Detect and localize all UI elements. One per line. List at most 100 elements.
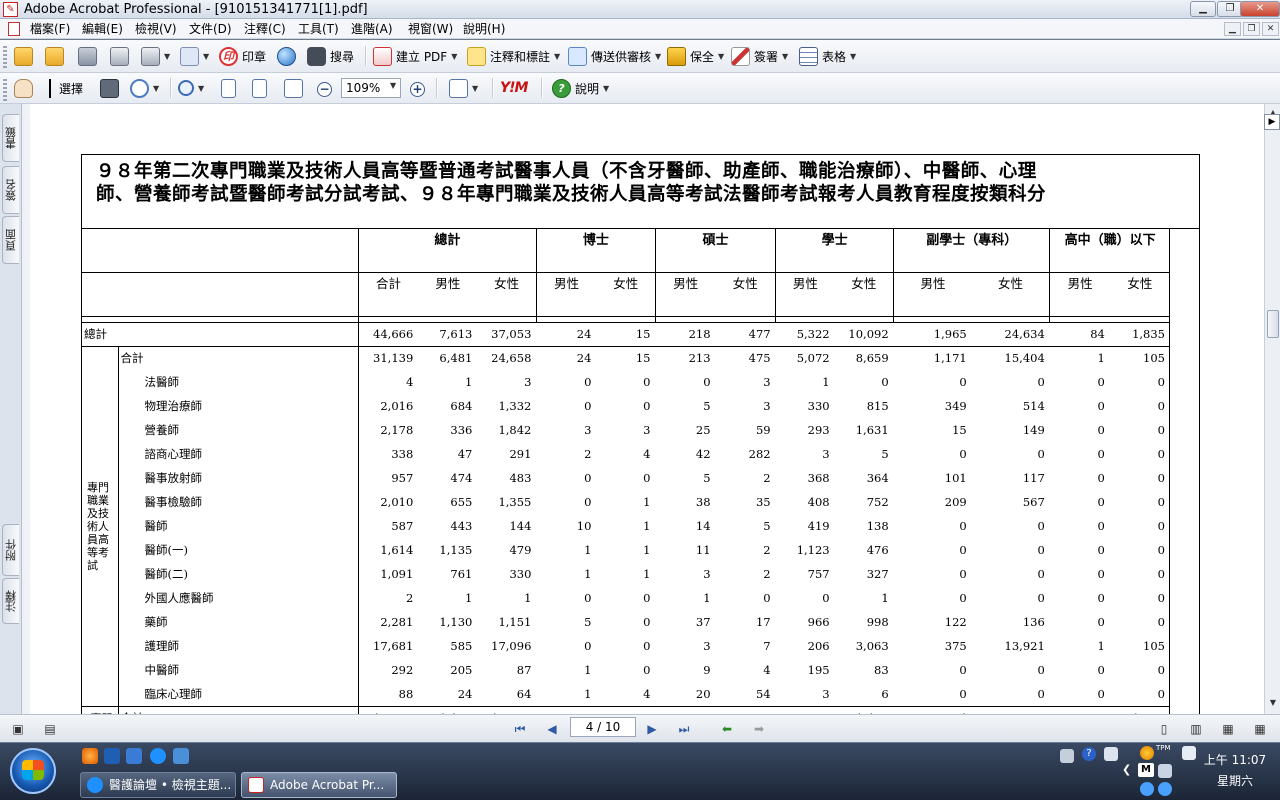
- menu-view[interactable]: 檢視(V): [135, 21, 177, 37]
- table-cell: 9,230: [971, 705, 1050, 714]
- attach-button[interactable]: ▼: [180, 45, 209, 67]
- yahoo-toolbar-button[interactable]: Y!M: [500, 77, 528, 99]
- help-icon[interactable]: ?: [1082, 747, 1096, 761]
- table-cell: 2: [763, 471, 771, 485]
- ime-icon[interactable]: [1140, 746, 1154, 760]
- facing-icon[interactable]: ▦: [1220, 721, 1236, 737]
- show-desktop-icon[interactable]: [126, 748, 142, 764]
- last-page-icon[interactable]: ⏭: [676, 721, 692, 737]
- back-view-icon[interactable]: ⬅: [719, 721, 735, 737]
- print-button[interactable]: [110, 45, 129, 67]
- next-page-icon[interactable]: ▶: [644, 721, 660, 737]
- row-label: 醫師: [144, 519, 168, 533]
- open-button[interactable]: [14, 45, 33, 67]
- stamp-button[interactable]: 印印章: [219, 45, 266, 67]
- menu-document[interactable]: 文件(D): [189, 21, 232, 37]
- single-page-icon[interactable]: ▯: [1156, 721, 1172, 737]
- hand-tool-button[interactable]: [14, 77, 33, 99]
- speaker-icon[interactable]: [1182, 746, 1196, 760]
- actual-size-button[interactable]: [221, 77, 236, 99]
- menu-edit[interactable]: 編輯(E): [82, 21, 123, 37]
- first-page-icon[interactable]: ⏮: [512, 721, 528, 737]
- fit-page-button[interactable]: [252, 77, 267, 99]
- keyboard-icon[interactable]: [1060, 749, 1074, 763]
- accessibility-icon[interactable]: [1140, 782, 1154, 796]
- network-icon[interactable]: [1158, 764, 1172, 778]
- ie-icon[interactable]: [150, 748, 166, 764]
- switch-windows-icon[interactable]: [173, 748, 189, 764]
- menu-comments[interactable]: 注釋(C): [244, 21, 286, 37]
- tab-comments[interactable]: 注釋: [2, 578, 19, 624]
- tasks-button[interactable]: ▼: [141, 45, 170, 67]
- snapshot-button[interactable]: [100, 77, 119, 99]
- minimize-button[interactable]: ▁: [1190, 1, 1216, 17]
- zoom-tool-button[interactable]: ▼: [178, 77, 204, 99]
- sign-button[interactable]: 簽署 ▼: [731, 45, 788, 67]
- toolbar-grip[interactable]: [3, 46, 7, 68]
- layout-icon[interactable]: ▤: [42, 721, 58, 737]
- select-tool-button[interactable]: 選擇: [45, 77, 83, 99]
- panel-toggle-icon[interactable]: ▶: [1264, 114, 1280, 130]
- language-indicator[interactable]: M: [1138, 763, 1154, 777]
- previous-page-icon[interactable]: ◀: [544, 721, 560, 737]
- forms-button[interactable]: 表格 ▼: [799, 45, 856, 67]
- table-cell: 338: [357, 442, 419, 466]
- create-pdf-button[interactable]: 建立 PDF ▼: [373, 45, 457, 67]
- tray-expand-icon[interactable]: ❮: [1122, 763, 1131, 776]
- zoom-out-button[interactable]: −: [317, 78, 332, 100]
- rotate-tool-button[interactable]: ▼: [130, 77, 159, 99]
- menu-window[interactable]: 視窗(W): [408, 21, 453, 37]
- select-label: 選擇: [59, 81, 84, 96]
- close-button[interactable]: ✕: [1240, 1, 1280, 17]
- menu-advanced[interactable]: 進階(A): [351, 21, 393, 37]
- save-button[interactable]: [78, 45, 97, 67]
- doc-minimize-button[interactable]: ▁: [1224, 22, 1241, 36]
- doc-restore-button[interactable]: ❐: [1243, 22, 1260, 36]
- restore-icon[interactable]: [1104, 747, 1118, 761]
- doc-close-button[interactable]: ✕: [1262, 22, 1279, 36]
- tab-pages[interactable]: 頁面: [2, 216, 19, 264]
- zoom-dropdown-icon[interactable]: ▼: [390, 81, 396, 90]
- table-cell: 2: [715, 705, 776, 714]
- secure-button[interactable]: 保全 ▼: [667, 45, 724, 67]
- menu-tools[interactable]: 工具(T): [298, 21, 339, 37]
- clock-time[interactable]: 上午 11:07: [1200, 752, 1270, 768]
- vertical-scrollbar[interactable]: ▲ ▼: [1264, 104, 1280, 714]
- media-player-icon[interactable]: [104, 748, 120, 764]
- continuous-facing-icon[interactable]: ▦: [1252, 721, 1268, 737]
- wireless-icon[interactable]: [1158, 782, 1172, 796]
- search-button[interactable]: 搜尋: [307, 45, 354, 67]
- taskbar-item-browser[interactable]: 醫護論壇 • 檢視主題...: [80, 772, 236, 798]
- scroll-down-icon[interactable]: ▼: [1267, 696, 1279, 710]
- tab-signatures[interactable]: 簽名: [2, 166, 19, 214]
- table-cell: 0: [959, 663, 967, 677]
- taskbar-item-acrobat[interactable]: Adobe Acrobat Pr...: [241, 772, 397, 798]
- table-cell: 0: [584, 375, 592, 389]
- web-search-button[interactable]: [277, 45, 296, 67]
- toolbar-grip[interactable]: [3, 79, 7, 101]
- page-number-input[interactable]: 4 / 10: [570, 717, 636, 737]
- organize-button[interactable]: [45, 45, 64, 67]
- scroll-thumb[interactable]: [1267, 310, 1279, 338]
- forward-view-icon[interactable]: ➡: [751, 721, 767, 737]
- document-view[interactable]: ９８年第二次專門職業及技術人員高等暨普通考試醫事人員（不含牙醫師、助產師、職能治…: [30, 104, 1264, 714]
- menu-file[interactable]: 檔案(F): [30, 21, 70, 37]
- tab-attachments[interactable]: 附件: [2, 524, 19, 576]
- table-cell: 0: [1097, 567, 1105, 581]
- pane-icon[interactable]: ▣: [10, 721, 26, 737]
- continuous-icon[interactable]: ▥: [1188, 721, 1204, 737]
- comment-markup-button[interactable]: 注釋和標註 ▼: [467, 45, 560, 67]
- document-icon[interactable]: [8, 22, 20, 36]
- zoom-in-button[interactable]: +: [410, 78, 425, 100]
- menu-help[interactable]: 說明(H): [463, 21, 505, 37]
- fit-width-button[interactable]: [284, 77, 303, 99]
- help-button[interactable]: ? 說明 ▼: [552, 77, 609, 99]
- pane-splitter[interactable]: [22, 104, 49, 714]
- tab-bookmarks[interactable]: 書籤: [2, 114, 19, 162]
- firefox-icon[interactable]: [82, 748, 98, 764]
- table-cell: 1: [465, 375, 473, 389]
- clock-day[interactable]: 星期六: [1200, 773, 1270, 789]
- table-cell: 477: [715, 321, 776, 346]
- export-button[interactable]: ▼: [449, 77, 478, 99]
- send-review-button[interactable]: 傳送供審核 ▼: [568, 45, 661, 67]
